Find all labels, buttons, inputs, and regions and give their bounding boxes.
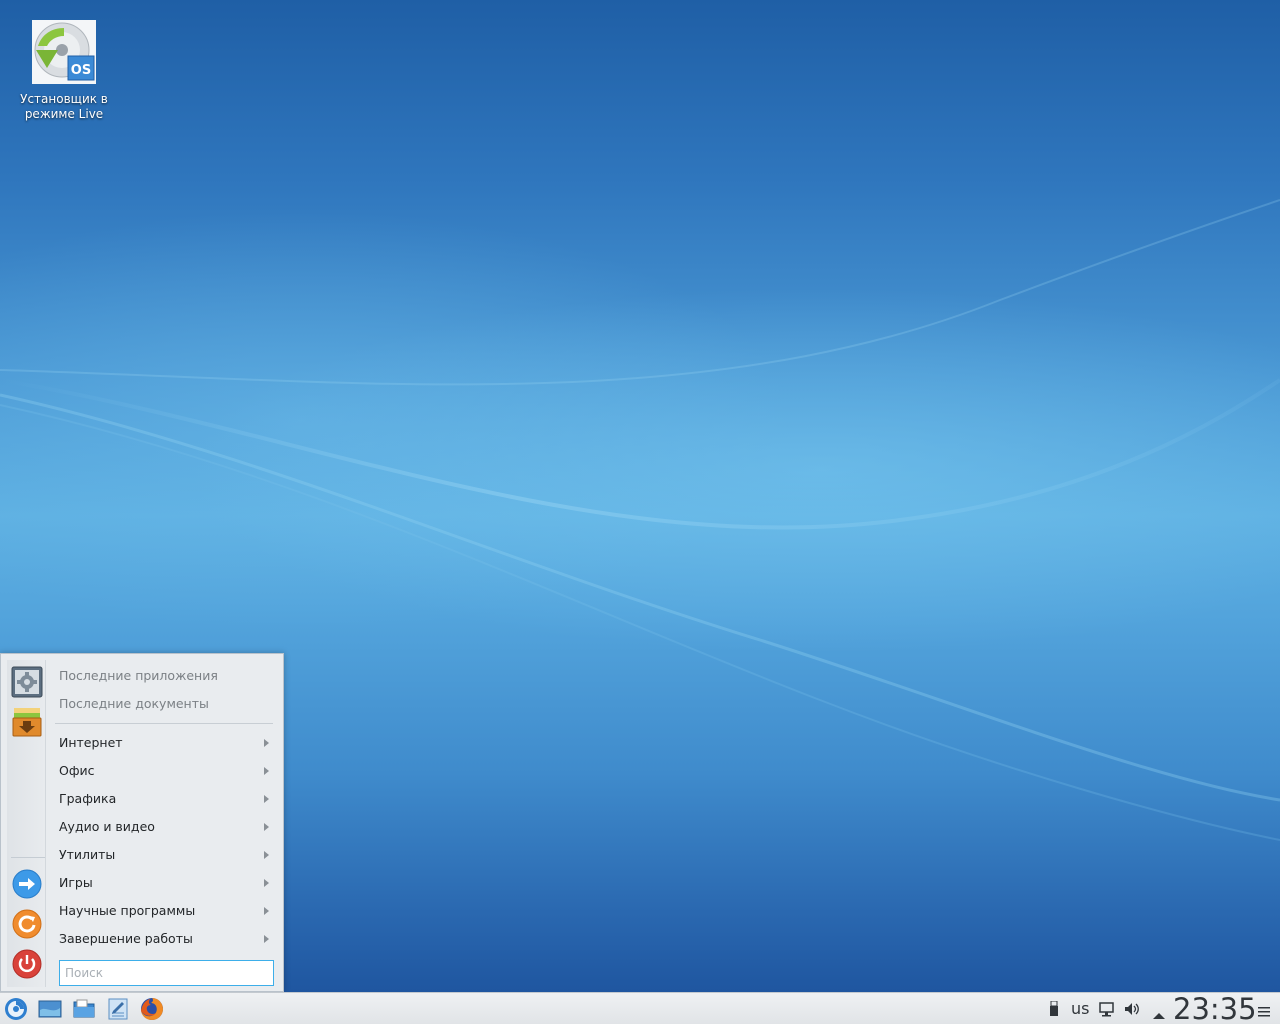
menu-item-recent-applications[interactable]: Последние приложения — [51, 662, 277, 690]
keyboard-layout-indicator[interactable]: us — [1071, 993, 1089, 1024]
menu-item-graphics[interactable]: Графика — [51, 785, 277, 813]
menu-item-label: Игры — [59, 875, 93, 890]
menu-item-label: Интернет — [59, 735, 123, 750]
restart-icon[interactable] — [11, 908, 43, 940]
firefox-icon[interactable] — [139, 996, 165, 1022]
file-manager-icon[interactable] — [71, 996, 97, 1022]
clock[interactable]: 23:35 — [1173, 993, 1257, 1024]
launcher-sidebar — [7, 660, 46, 987]
submenu-arrow-icon — [264, 907, 269, 915]
system-tray: us 23:35 — [1044, 993, 1280, 1024]
menu-item-internet[interactable]: Интернет — [51, 729, 277, 757]
launcher-menu-list: Последние приложения Последние документы… — [51, 662, 277, 953]
submenu-arrow-icon — [264, 823, 269, 831]
system-settings-icon[interactable] — [11, 666, 43, 698]
application-launcher-menu: Последние приложения Последние документы… — [0, 653, 284, 992]
menu-item-label: Последние документы — [59, 696, 209, 711]
submenu-arrow-icon — [264, 935, 269, 943]
desktop-icon-label-line2: режиме Live — [24, 107, 104, 121]
menu-item-games[interactable]: Игры — [51, 869, 277, 897]
menu-item-audio-video[interactable]: Аудио и видео — [51, 813, 277, 841]
submenu-arrow-icon — [264, 851, 269, 859]
menu-item-leave[interactable]: Завершение работы — [51, 925, 277, 953]
panel-menu-icon[interactable] — [1258, 1003, 1270, 1017]
menu-item-utilities[interactable]: Утилиты — [51, 841, 277, 869]
menu-item-label: Аудио и видео — [59, 819, 155, 834]
svg-text:OS: OS — [71, 63, 91, 78]
desktop-icon-live-installer[interactable]: OS Установщик в режиме Live — [14, 20, 114, 122]
volume-icon[interactable] — [1124, 1001, 1140, 1017]
shutdown-icon[interactable] — [11, 948, 43, 980]
menu-item-label: Офис — [59, 763, 95, 778]
taskbar: us 23:35 — [0, 992, 1280, 1024]
menu-separator — [55, 723, 273, 724]
submenu-arrow-icon — [264, 795, 269, 803]
network-icon[interactable] — [1099, 1001, 1115, 1017]
menu-item-label: Утилиты — [59, 847, 116, 862]
menu-item-science[interactable]: Научные программы — [51, 897, 277, 925]
menu-item-office[interactable]: Офис — [51, 757, 277, 785]
menu-item-label: Графика — [59, 791, 117, 806]
submenu-arrow-icon — [264, 739, 269, 747]
launcher-search-input[interactable] — [59, 960, 274, 986]
software-install-icon[interactable] — [11, 706, 43, 738]
menu-item-label: Последние приложения — [59, 668, 218, 683]
text-editor-icon[interactable] — [105, 996, 131, 1022]
desktop-icon-label: Установщик в режиме Live — [14, 92, 114, 122]
show-desktop-icon[interactable] — [37, 996, 63, 1022]
submenu-arrow-icon — [264, 879, 269, 887]
app-menu-icon[interactable] — [3, 996, 29, 1022]
menu-item-label: Научные программы — [59, 903, 196, 918]
live-installer-icon: OS — [32, 20, 96, 84]
tray-expand-icon[interactable] — [1153, 1005, 1165, 1019]
menu-item-label: Завершение работы — [59, 931, 193, 946]
sidebar-separator — [11, 857, 45, 858]
menu-item-recent-documents[interactable]: Последние документы — [51, 690, 277, 718]
switch-user-icon[interactable] — [11, 868, 43, 900]
desktop-icon-label-line1: Установщик в — [20, 92, 108, 106]
submenu-arrow-icon — [264, 767, 269, 775]
usb-device-icon[interactable] — [1049, 1000, 1059, 1017]
